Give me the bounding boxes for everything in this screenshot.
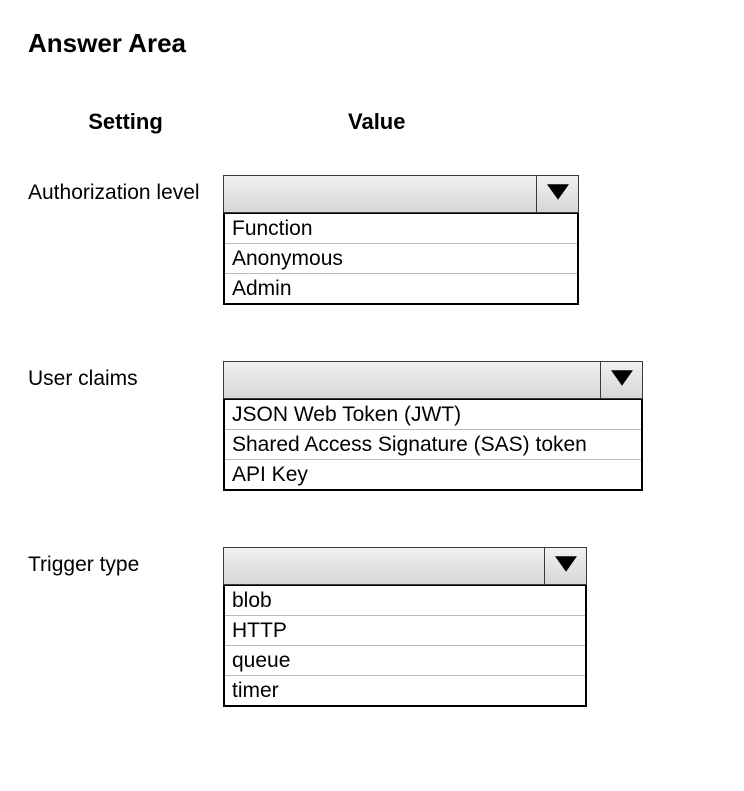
header-value: Value: [223, 109, 405, 135]
dropdown-arrow-button[interactable]: [536, 176, 578, 212]
option-sas-token[interactable]: Shared Access Signature (SAS) token: [225, 430, 641, 460]
field-user-claims: User claims JSON Web Token (JWT) Shared …: [28, 361, 716, 491]
option-blob[interactable]: blob: [225, 586, 585, 616]
dropdown-selected-area[interactable]: [224, 176, 536, 212]
chevron-down-icon: [555, 556, 577, 577]
options-user-claims: JSON Web Token (JWT) Shared Access Signa…: [223, 399, 643, 491]
option-anonymous[interactable]: Anonymous: [225, 244, 577, 274]
label-trigger-type: Trigger type: [28, 547, 223, 707]
option-jwt[interactable]: JSON Web Token (JWT): [225, 400, 641, 430]
option-function[interactable]: Function: [225, 214, 577, 244]
option-queue[interactable]: queue: [225, 646, 585, 676]
field-authorization-level: Authorization level Function Anonymous A…: [28, 175, 716, 305]
field-trigger-type: Trigger type blob HTTP queue timer: [28, 547, 716, 707]
dropdown-selected-area[interactable]: [224, 362, 600, 398]
dropdown-trigger-type[interactable]: [223, 547, 587, 585]
dropdown-user-claims[interactable]: [223, 361, 643, 399]
option-timer[interactable]: timer: [225, 676, 585, 705]
options-trigger-type: blob HTTP queue timer: [223, 585, 587, 707]
dropdown-authorization-level[interactable]: [223, 175, 579, 213]
header-setting: Setting: [28, 109, 223, 135]
page-title: Answer Area: [28, 28, 716, 59]
dropdown-arrow-button[interactable]: [600, 362, 642, 398]
options-authorization-level: Function Anonymous Admin: [223, 213, 579, 305]
option-api-key[interactable]: API Key: [225, 460, 641, 489]
dropdown-arrow-button[interactable]: [544, 548, 586, 584]
chevron-down-icon: [547, 184, 569, 205]
chevron-down-icon: [611, 370, 633, 391]
label-authorization-level: Authorization level: [28, 175, 223, 305]
label-user-claims: User claims: [28, 361, 223, 491]
column-headers: Setting Value: [28, 109, 716, 135]
option-http[interactable]: HTTP: [225, 616, 585, 646]
option-admin[interactable]: Admin: [225, 274, 577, 303]
dropdown-selected-area[interactable]: [224, 548, 544, 584]
